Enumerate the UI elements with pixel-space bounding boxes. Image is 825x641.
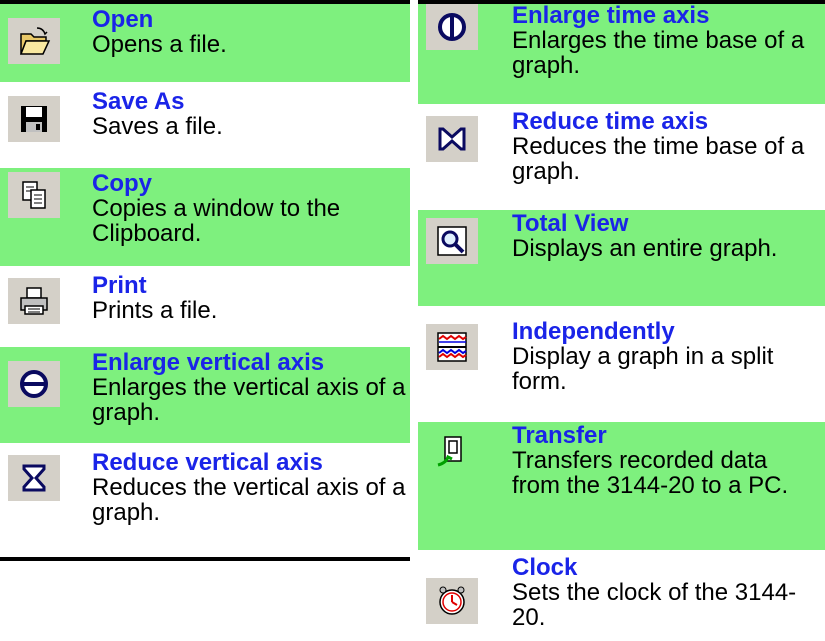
save-disk-icon <box>21 106 47 132</box>
independently-title: Independently <box>512 318 675 345</box>
open-folder-icon <box>19 27 51 55</box>
clock-desc: Sets the clock of the 3144-20. <box>512 579 797 631</box>
entry-independently: Independently Display a graph in a split… <box>418 316 825 414</box>
open-title: Open <box>92 6 154 33</box>
entry-reduce-time: Reduce time axis Reduces the time base o… <box>418 108 825 200</box>
transfer-title: Transfer <box>512 422 607 449</box>
bottom-rule-left <box>0 557 410 561</box>
entry-print: Print Prints a file. <box>0 270 410 344</box>
clock-button[interactable] <box>426 578 478 624</box>
entry-clock: Clock Sets the clock of the 3144-20. <box>418 554 825 641</box>
entry-save-as: Save As Saves a file. <box>0 86 410 166</box>
save-as-title: Save As <box>92 88 185 115</box>
entry-total-view: Total View Displays an entire graph. <box>418 210 825 306</box>
copy-button[interactable] <box>8 172 60 218</box>
total-view-desc: Displays an entire graph. <box>512 235 778 262</box>
reduce-time-axis-button[interactable] <box>426 116 478 162</box>
print-button[interactable] <box>8 278 60 324</box>
entry-enlarge-vertical: Enlarge vertical axis Enlarges the verti… <box>0 347 410 443</box>
reduce-time-desc: Reduces the time base of a graph. <box>512 133 805 185</box>
total-view-icon <box>437 226 467 256</box>
transfer-button[interactable] <box>426 428 478 474</box>
reduce-time-title: Reduce time axis <box>512 108 709 135</box>
transfer-icon <box>437 436 462 467</box>
reduce-vertical-title: Reduce vertical axis <box>92 449 323 476</box>
reduce-time-icon <box>438 127 466 151</box>
open-desc: Opens a file. <box>92 31 227 58</box>
print-title: Print <box>92 272 147 299</box>
entry-enlarge-time: Enlarge time axis Enlarges the time base… <box>418 4 825 104</box>
copy-icon <box>22 181 46 209</box>
save-as-button[interactable] <box>8 96 60 142</box>
entry-reduce-vertical: Reduce vertical axis Reduces the vertica… <box>0 447 410 557</box>
enlarge-vertical-title: Enlarge vertical axis <box>92 349 325 376</box>
reduce-vertical-axis-button[interactable] <box>8 455 60 501</box>
reduce-vertical-desc: Reduces the vertical axis of a graph. <box>92 474 406 526</box>
copy-title: Copy <box>92 170 152 197</box>
enlarge-vertical-icon <box>20 370 48 398</box>
entry-open: Open Opens a file. <box>0 4 410 82</box>
entry-copy: Copy Copies a window to the Clipboard. <box>0 168 410 266</box>
copy-desc: Copies a window to the Clipboard. <box>92 195 341 247</box>
total-view-button[interactable] <box>426 218 478 264</box>
transfer-desc: Transfers recorded data from the 3144-20… <box>512 447 789 499</box>
independently-button[interactable] <box>426 324 478 370</box>
enlarge-vertical-axis-button[interactable] <box>8 361 60 407</box>
enlarge-vertical-desc: Enlarges the vertical axis of a graph. <box>92 374 406 426</box>
reduce-vertical-icon <box>22 464 46 492</box>
independently-desc: Display a graph in a split form. <box>512 343 774 395</box>
clock-title: Clock <box>512 554 578 581</box>
open-button[interactable] <box>8 18 60 64</box>
clock-icon <box>439 586 465 615</box>
entry-transfer: Transfer Transfers recorded data from th… <box>418 422 825 550</box>
enlarge-time-desc: Enlarges the time base of a graph. <box>512 27 805 79</box>
enlarge-time-title: Enlarge time axis <box>512 2 710 29</box>
total-view-title: Total View <box>512 210 629 237</box>
independently-icon <box>437 332 467 362</box>
enlarge-time-axis-button[interactable] <box>426 4 478 50</box>
printer-icon <box>20 287 48 315</box>
save-as-desc: Saves a file. <box>92 113 223 140</box>
enlarge-time-icon <box>438 13 466 41</box>
print-desc: Prints a file. <box>92 297 218 324</box>
